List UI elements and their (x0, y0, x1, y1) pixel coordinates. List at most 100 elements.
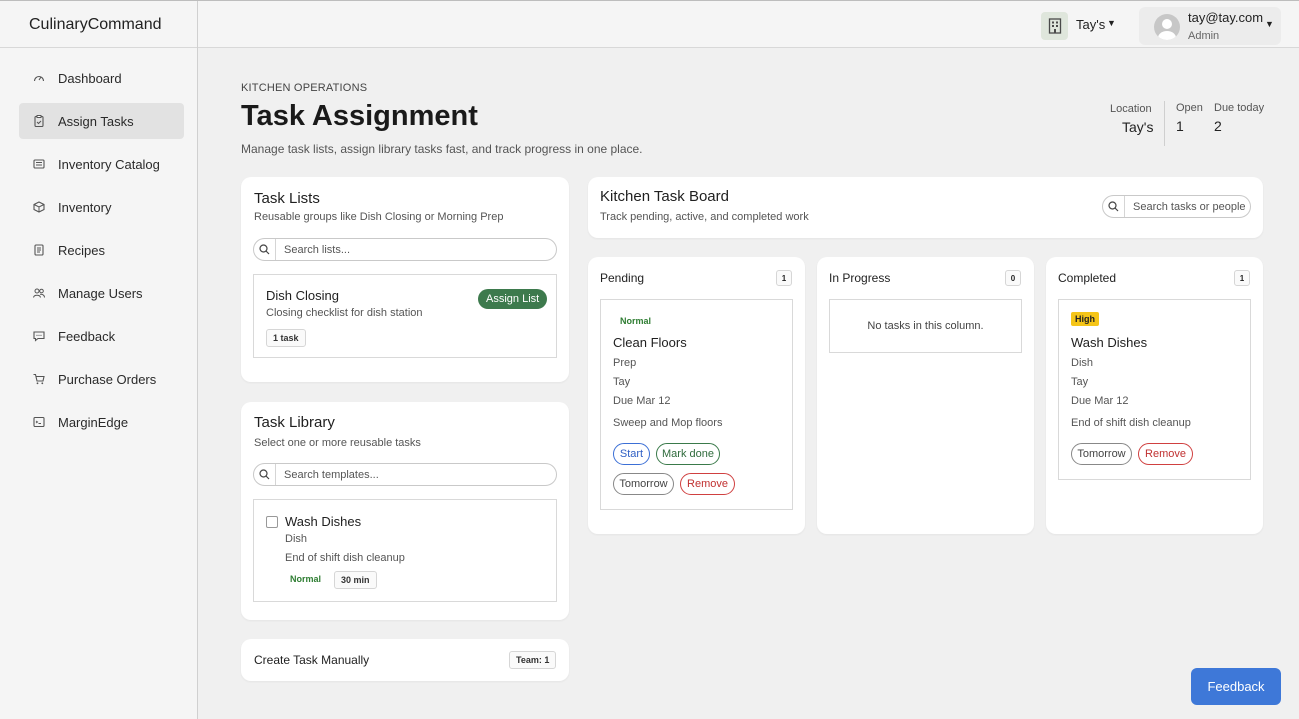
sidebar-item-label: Purchase Orders (58, 371, 157, 387)
sidebar-item-inventory[interactable]: Inventory (19, 189, 184, 225)
team-chip: Team: 1 (509, 651, 557, 669)
feedback-button[interactable]: Feedback (1191, 668, 1281, 705)
create-task-manually-card[interactable]: Create Task Manually Team: 1 (241, 639, 569, 681)
tomorrow-button[interactable]: Tomorrow (613, 473, 674, 495)
empty-message: No tasks in this column. (867, 320, 984, 332)
tomorrow-button[interactable]: Tomorrow (1071, 443, 1132, 465)
task-name: Wash Dishes (1071, 335, 1148, 350)
priority-badge: High (1071, 312, 1099, 326)
sidebar-item-purchase-orders[interactable]: Purchase Orders (19, 361, 184, 397)
task-notes: Sweep and Mop floors (613, 417, 723, 429)
task-due: Due Mar 12 (1071, 395, 1129, 407)
sidebar: Dashboard Assign Tasks Inventory Catalog… (0, 48, 198, 719)
column-count-chip: 1 (1234, 270, 1250, 286)
box-icon (33, 201, 45, 213)
cart-icon (33, 373, 45, 385)
stat-open-label: Open (1176, 102, 1203, 114)
sidebar-item-label: Inventory Catalog (58, 156, 160, 172)
column-count-chip: 0 (1005, 270, 1021, 286)
search-tasks-input[interactable]: Search tasks or people (1102, 195, 1251, 218)
sidebar-item-marginedge[interactable]: MarginEdge (19, 404, 184, 440)
chevron-down-icon[interactable]: ▼ (1265, 19, 1274, 29)
sidebar-item-manage-users[interactable]: Manage Users (19, 275, 184, 311)
search-templates-input[interactable]: Search templates... (253, 463, 557, 486)
library-item[interactable]: Wash Dishes Dish End of shift dish clean… (253, 499, 557, 602)
chevron-down-icon[interactable]: ▼ (1107, 18, 1116, 28)
card-title: Create Task Manually (254, 653, 370, 667)
card-title: Kitchen Task Board (600, 188, 729, 205)
task-assignee: Tay (613, 376, 631, 388)
stat-open-value: 1 (1176, 118, 1184, 134)
task-due: Due Mar 12 (613, 395, 671, 407)
column-completed: Completed 1 High Wash Dishes Dish Tay Du… (1046, 257, 1263, 534)
sidebar-item-label: Dashboard (58, 70, 122, 86)
duration-chip: 30 min (334, 571, 377, 589)
gauge-icon (33, 72, 45, 84)
list-item[interactable]: Dish Closing Closing checklist for dish … (253, 274, 557, 358)
avatar (1154, 14, 1180, 40)
stat-divider (1164, 101, 1165, 146)
search-placeholder: Search templates... (284, 468, 379, 481)
card-subtitle: Select one or more reusable tasks (254, 437, 421, 449)
start-button[interactable]: Start (613, 443, 650, 465)
stat-location-value: Tay's (1122, 119, 1154, 135)
task-notes: End of shift dish cleanup (1071, 417, 1191, 429)
search-icon (254, 239, 276, 260)
sidebar-item-inventory-catalog[interactable]: Inventory Catalog (19, 146, 184, 182)
clipboard-icon (33, 115, 45, 127)
terminal-icon (33, 416, 45, 428)
remove-button[interactable]: Remove (1138, 443, 1193, 465)
location-switcher[interactable]: Tay's (1076, 17, 1105, 32)
assign-list-button[interactable]: Assign List (478, 289, 548, 309)
task-station: Dish (1071, 357, 1094, 369)
sidebar-item-label: Recipes (58, 242, 105, 258)
library-item-description: End of shift dish cleanup (285, 552, 405, 564)
task-count-chip: 1 task (266, 329, 306, 347)
task-name: Clean Floors (613, 335, 687, 350)
user-menu[interactable]: tay@tay.com Admin ▼ (1139, 7, 1281, 45)
stat-due-value: 2 (1214, 118, 1222, 134)
sidebar-item-label: Feedback (58, 328, 116, 344)
library-item-name: Wash Dishes (285, 514, 362, 529)
task-card[interactable]: Normal Clean Floors Prep Tay Due Mar 12 … (600, 299, 793, 510)
users-icon (33, 287, 45, 299)
user-role: Admin (1188, 30, 1220, 42)
sidebar-item-label: Manage Users (58, 285, 143, 301)
user-email: tay@tay.com (1188, 10, 1264, 25)
stat-due-label: Due today (1214, 102, 1265, 114)
column-count-chip: 1 (776, 270, 792, 286)
task-board-header: Kitchen Task Board Track pending, active… (588, 177, 1263, 238)
select-checkbox[interactable] (266, 516, 278, 528)
sidebar-item-assign-tasks[interactable]: Assign Tasks (19, 103, 184, 139)
sidebar-item-recipes[interactable]: Recipes (19, 232, 184, 268)
column-pending: Pending 1 Normal Clean Floors Prep Tay D… (588, 257, 805, 534)
task-card[interactable]: High Wash Dishes Dish Tay Due Mar 12 End… (1058, 299, 1251, 480)
column-in-progress: In Progress 0 No tasks in this column. (817, 257, 1034, 534)
card-title: Task Library (254, 414, 335, 431)
sidebar-item-label: Inventory (58, 199, 112, 215)
stat-location-label: Location (1110, 103, 1152, 115)
sidebar-item-label: Assign Tasks (58, 113, 134, 129)
search-placeholder: Search tasks or people (1133, 200, 1246, 213)
task-library-card: Task Library Select one or more reusable… (241, 402, 569, 620)
sidebar-item-feedback[interactable]: Feedback (19, 318, 184, 354)
list-description: Closing checklist for dish station (266, 307, 423, 319)
task-station: Prep (613, 357, 637, 369)
list-name: Dish Closing (266, 288, 339, 303)
column-title: Completed (1058, 271, 1117, 285)
search-placeholder: Search lists... (284, 243, 351, 256)
priority-label: Normal (290, 574, 322, 584)
sidebar-item-dashboard[interactable]: Dashboard (19, 60, 184, 96)
card-subtitle: Track pending, active, and completed wor… (600, 211, 809, 223)
library-item-station: Dish (285, 533, 308, 545)
empty-state: No tasks in this column. (829, 299, 1022, 353)
search-lists-input[interactable]: Search lists... (253, 238, 557, 261)
column-title: In Progress (829, 271, 891, 285)
search-icon (1103, 196, 1125, 217)
mark-done-button[interactable]: Mark done (656, 443, 720, 465)
remove-button[interactable]: Remove (680, 473, 735, 495)
task-lists-card: Task Lists Reusable groups like Dish Clo… (241, 177, 569, 382)
brand-logo[interactable]: CulinaryCommand (0, 1, 198, 48)
task-assignee: Tay (1071, 376, 1089, 388)
building-icon[interactable] (1041, 12, 1068, 40)
